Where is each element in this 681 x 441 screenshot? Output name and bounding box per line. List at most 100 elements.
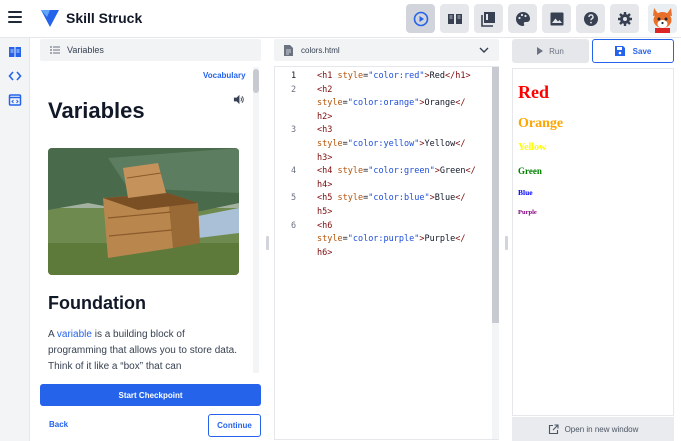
- code-line[interactable]: style="color:yellow">Yellow</: [317, 139, 465, 149]
- code-token: "color:yellow": [347, 139, 420, 149]
- lesson-book-button[interactable]: [440, 4, 469, 33]
- code-line[interactable]: <h5 style="color:blue">Blue</: [317, 193, 465, 203]
- preview-heading-green: Green: [518, 166, 542, 176]
- code-token: Blue: [434, 193, 456, 204]
- speaker-icon: [233, 94, 244, 104]
- lesson-content: Vocabulary Variables Foundation A variab…: [40, 64, 253, 374]
- library-icon: [480, 11, 495, 27]
- brand-name: Skill Struck: [66, 10, 143, 26]
- lesson-paragraph: A variable is a building block of progra…: [48, 327, 238, 374]
- code-token: </: [455, 193, 466, 204]
- play-circle-icon: [413, 11, 428, 26]
- menu-icon[interactable]: [8, 11, 22, 25]
- lesson-scrollbar[interactable]: [253, 67, 259, 373]
- lesson-scrollbar-thumb[interactable]: [253, 69, 259, 93]
- run-toolbar-button[interactable]: [406, 4, 435, 33]
- line-number: 5: [291, 193, 297, 204]
- variable-link[interactable]: variable: [57, 329, 92, 340]
- vocabulary-link[interactable]: Vocabulary: [203, 71, 246, 80]
- code-token: "color:purple": [347, 234, 420, 245]
- preview-heading-orange: Orange: [518, 116, 564, 131]
- run-button[interactable]: Run: [512, 39, 589, 63]
- file-name: colors.html: [301, 45, 340, 55]
- preview-heading-blue: Blue: [518, 188, 533, 197]
- code-line[interactable]: h4>: [317, 180, 332, 190]
- code-line[interactable]: h3>: [317, 153, 332, 163]
- code-token: Yellow: [424, 139, 456, 149]
- code-token: "color:green": [368, 166, 435, 177]
- image-icon: [550, 12, 563, 25]
- preview-heading-yellow: Yellow: [518, 142, 547, 153]
- code-line[interactable]: style="color:purple">Purple</: [317, 234, 465, 244]
- chevron-down-icon: [479, 47, 489, 53]
- code-token: <h4: [317, 166, 338, 177]
- code-token: <h2: [317, 84, 333, 95]
- code-icon[interactable]: [8, 69, 22, 83]
- code-line[interactable]: <h2: [317, 85, 332, 95]
- code-token: style: [337, 166, 364, 177]
- avatar[interactable]: [648, 4, 677, 33]
- play-icon: [537, 47, 544, 55]
- code-line[interactable]: h6>: [317, 248, 332, 258]
- lesson-book-icon[interactable]: [8, 45, 22, 59]
- code-line[interactable]: <h3: [317, 125, 332, 135]
- code-token: style: [337, 71, 364, 81]
- code-token: "color:red": [368, 71, 425, 81]
- code-token: "color:blue": [368, 193, 430, 204]
- line-number: 4: [291, 166, 297, 177]
- settings-button[interactable]: [610, 4, 639, 33]
- code-token: Green: [439, 166, 466, 177]
- code-line[interactable]: style="color:orange">Orange</: [317, 98, 465, 108]
- code-line[interactable]: <h1 style="color:red">Red</h1>: [317, 71, 471, 81]
- code-line[interactable]: <h6: [317, 221, 332, 231]
- back-link[interactable]: Back: [49, 420, 68, 429]
- images-button[interactable]: [542, 4, 571, 33]
- line-number: 1: [291, 71, 297, 81]
- skill-struck-logo: [41, 10, 59, 27]
- theme-button[interactable]: [508, 4, 537, 33]
- line-number: 6: [291, 220, 297, 231]
- code-token: style: [317, 98, 343, 109]
- code-token: Red: [429, 71, 445, 81]
- line-gutter: 1 2 3 4 5 6: [275, 67, 311, 439]
- code-token: Orange: [424, 98, 456, 109]
- code-token: </h1>: [444, 71, 471, 81]
- fox-avatar-icon: [648, 4, 677, 33]
- open-in-new-window-button[interactable]: Open in new window: [512, 417, 674, 441]
- crate-photo: [48, 148, 239, 275]
- code-token: </: [465, 166, 476, 177]
- resize-handle-right[interactable]: [505, 236, 508, 250]
- code-token: "color:orange": [347, 98, 420, 109]
- lesson-header[interactable]: Variables: [40, 39, 261, 61]
- list-icon: [50, 46, 60, 54]
- preview-heading-purple: Purple: [518, 209, 537, 216]
- continue-button[interactable]: Continue: [208, 414, 261, 437]
- code-token: h5>: [317, 207, 333, 217]
- library-button[interactable]: [474, 4, 503, 33]
- editor-scrollbar[interactable]: [492, 67, 499, 439]
- read-aloud-button[interactable]: [228, 90, 248, 108]
- save-button[interactable]: Save: [592, 39, 674, 63]
- code-token: Purple: [424, 234, 456, 245]
- code-editor[interactable]: 1 2 3 4 5 6 <h1 style="color:red">Red</h1> <h2…: [274, 66, 499, 440]
- help-button[interactable]: [576, 4, 605, 33]
- editor-scrollbar-thumb[interactable]: [492, 67, 499, 323]
- save-icon: [614, 46, 625, 56]
- lesson-title: Variables: [48, 98, 145, 123]
- code-token: h6>: [317, 247, 333, 258]
- code-line[interactable]: <h4 style="color:green">Green</: [317, 166, 476, 176]
- code-line[interactable]: h5>: [317, 207, 332, 217]
- start-checkpoint-button[interactable]: Start Checkpoint: [40, 384, 261, 406]
- file-selector[interactable]: colors.html: [274, 39, 499, 61]
- top-bar: Skill Struck: [0, 0, 681, 38]
- preview-window-icon[interactable]: [8, 93, 22, 107]
- lesson-header-title: Variables: [67, 45, 104, 55]
- code-token: <h5: [317, 193, 338, 204]
- line-number: 3: [291, 125, 297, 136]
- paragraph-prefix: A: [48, 329, 57, 340]
- resize-handle-left[interactable]: [266, 236, 269, 250]
- output-preview: Red Orange Yellow Green Blue Purple: [512, 68, 674, 416]
- section-title: Foundation: [48, 293, 146, 313]
- code-line[interactable]: h2>: [317, 112, 332, 122]
- code-token: </: [455, 139, 466, 149]
